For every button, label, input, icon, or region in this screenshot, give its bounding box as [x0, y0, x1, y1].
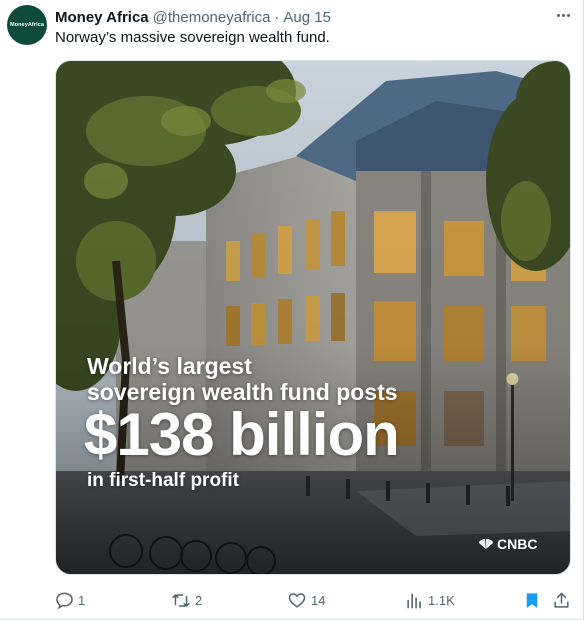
- reply-count: 1: [78, 592, 86, 608]
- avatar[interactable]: MoneyAfrica: [7, 5, 47, 45]
- tweet-header: Money Africa @themoneyafrica · Aug 15: [55, 7, 331, 27]
- headline-line-1: World’s largest: [87, 353, 252, 379]
- cnbc-logo: CNBC: [477, 536, 537, 552]
- views-count: 1.1K: [428, 592, 455, 608]
- retweet-count: 2: [195, 592, 203, 608]
- tweet-date[interactable]: Aug 15: [283, 9, 331, 26]
- views-button[interactable]: 1.1K: [405, 588, 455, 612]
- building-photo: [56, 61, 570, 574]
- share-icon: [554, 592, 569, 608]
- peacock-icon: [479, 538, 493, 549]
- display-name[interactable]: Money Africa: [55, 9, 149, 26]
- bookmark-button[interactable]: [523, 588, 541, 612]
- more-icon[interactable]: [550, 4, 576, 26]
- share-button[interactable]: [552, 588, 571, 612]
- tweet-text: Norway’s massive sovereign wealth fund.: [55, 29, 330, 46]
- tweet-media-image[interactable]: World’s largest sovereign wealth fund po…: [55, 60, 571, 575]
- user-handle[interactable]: @themoneyafrica: [153, 9, 271, 26]
- tweet-actions: 1 2 14 1.1K: [0, 588, 584, 612]
- retweet-icon: [172, 593, 190, 607]
- headline-line-4: in first-half profit: [87, 470, 239, 491]
- like-count: 14: [311, 592, 326, 608]
- separator-dot: ·: [274, 8, 280, 26]
- views-icon: [407, 592, 421, 608]
- cnbc-logo-text: CNBC: [497, 536, 538, 552]
- retweet-button[interactable]: 2: [171, 588, 202, 612]
- bookmark-icon: [526, 592, 538, 608]
- tweet-card[interactable]: MoneyAfrica Money Africa @themoneyafrica…: [0, 0, 584, 620]
- heart-icon: [288, 592, 306, 608]
- reply-icon: [56, 592, 73, 609]
- headline-amount: $138 billion: [84, 401, 400, 468]
- avatar-logo-text: MoneyAfrica: [9, 22, 45, 28]
- like-button[interactable]: 14: [287, 588, 325, 612]
- reply-button[interactable]: 1: [55, 588, 85, 612]
